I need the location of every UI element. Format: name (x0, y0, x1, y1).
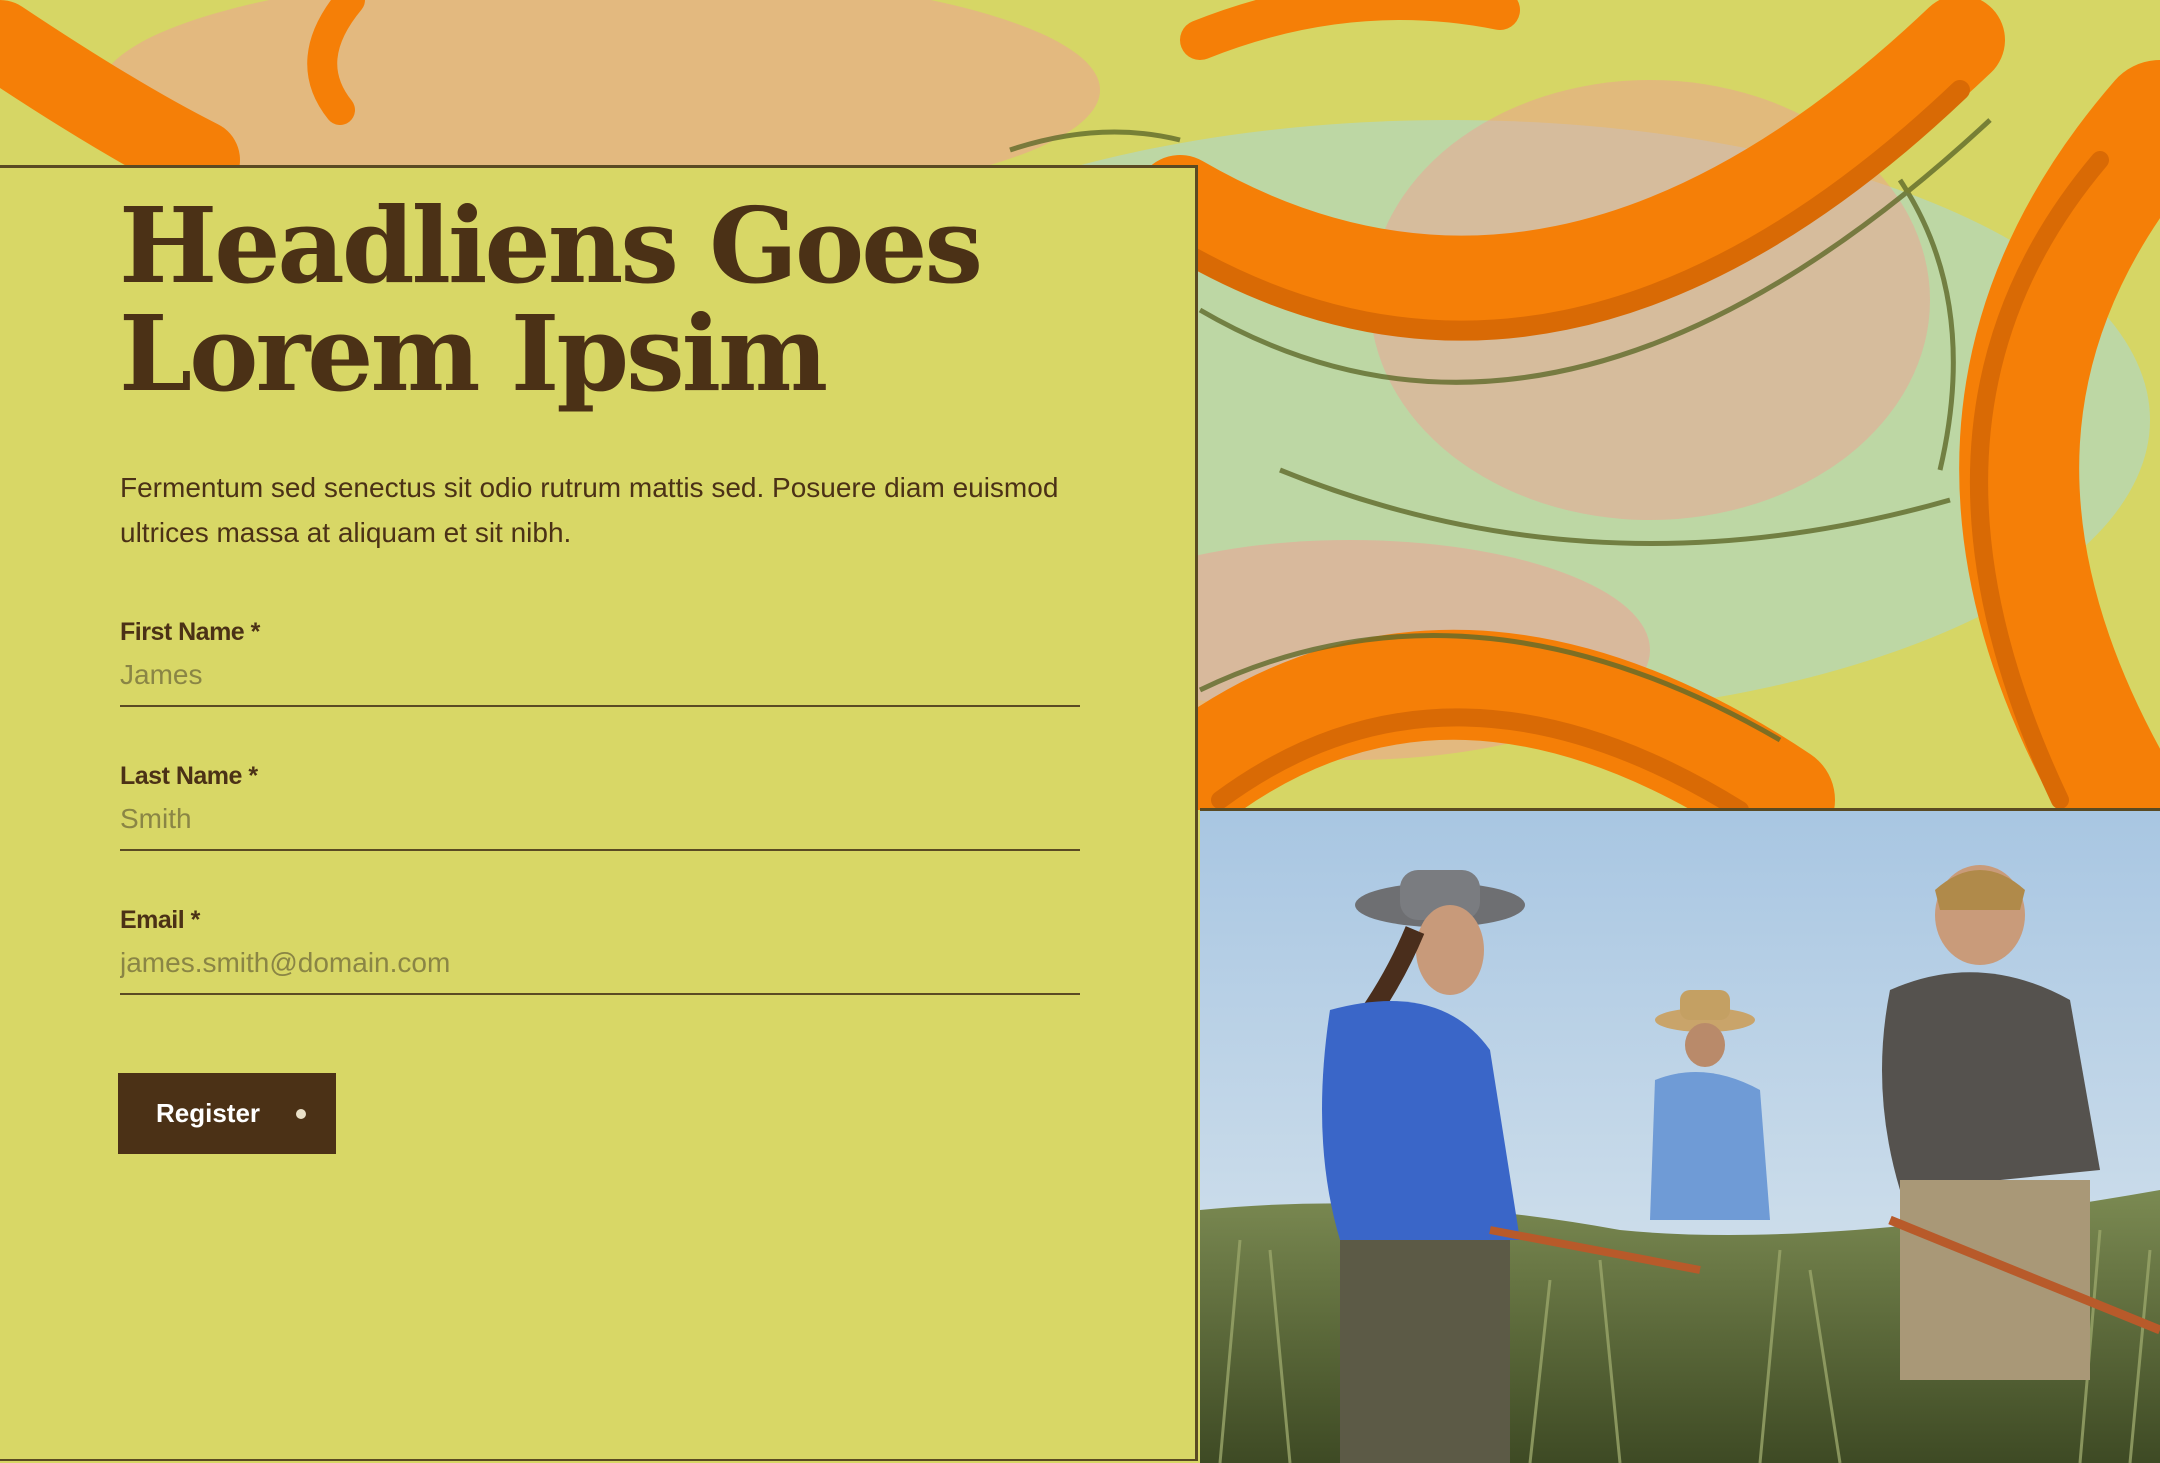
page-description: Fermentum sed senectus sit odio rutrum m… (120, 472, 1059, 548)
last-name-field: Last Name * (120, 762, 1080, 851)
divider-line (1200, 808, 2160, 811)
first-name-field: First Name * (120, 618, 1080, 707)
photo-svg (1200, 810, 2160, 1463)
first-name-label: First Name * (120, 618, 260, 646)
register-button-label: Register (156, 1098, 261, 1128)
last-name-input[interactable] (120, 803, 1080, 851)
farmers-field-photo (1200, 810, 2160, 1463)
email-label: Email * (120, 906, 200, 934)
dot-icon (296, 1108, 307, 1119)
first-name-input[interactable] (120, 659, 1080, 707)
email-input[interactable] (120, 947, 1080, 995)
last-name-label: Last Name * (120, 762, 258, 790)
register-button[interactable]: Register (118, 1073, 336, 1154)
page-title: Headliens Goes Lorem Ipsim (119, 184, 983, 415)
email-field: Email * (120, 906, 1080, 995)
